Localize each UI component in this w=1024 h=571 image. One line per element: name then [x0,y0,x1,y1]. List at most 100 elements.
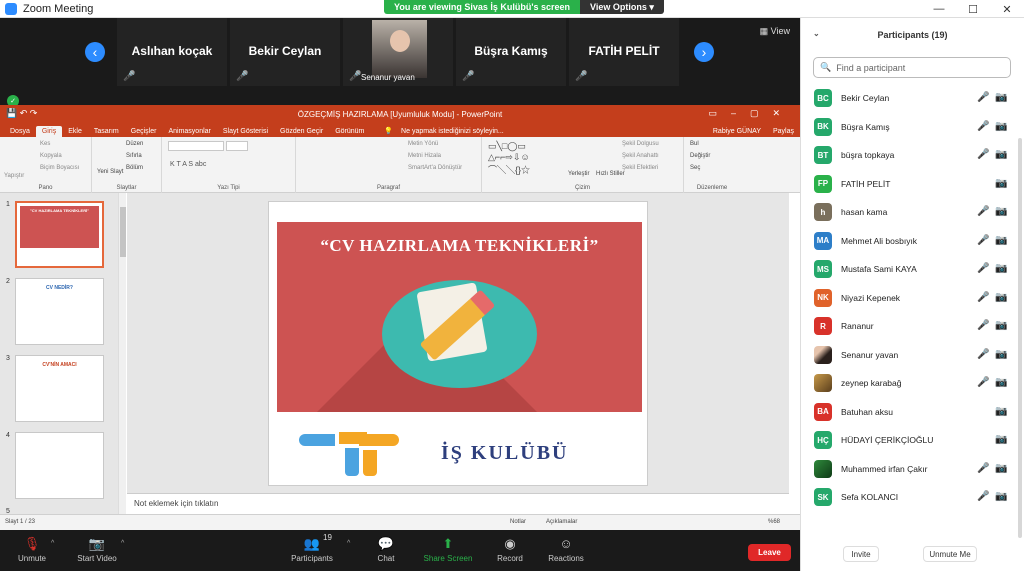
participant-name: Senanur yavan [841,349,899,360]
participant-name: büşra topkaya [841,150,895,160]
slide-thumbnail [15,432,104,499]
participant-row[interactable]: BK Büşra Kamış 🎤 📷 [801,114,1024,143]
video-off-icon: 📷 [995,348,1008,360]
reactions-label: Reactions [548,554,584,563]
thumb-band: "CV HAZIRLAMA TEKNİKLERİ" [20,206,99,248]
mic-muted-icon: 🎤 [977,234,990,246]
tab-dosya: Dosya [10,128,30,135]
layout-label: Düzen [126,141,144,147]
participant-row[interactable]: BA Batuhan aksu 📷 [801,399,1024,428]
tab-gozden-gecir: Gözden Geçir [280,128,324,135]
search-input[interactable] [836,62,1007,73]
panel-title: Participants (19) [877,30,948,40]
participant-row[interactable]: MS Mustafa Sami KAYA 🎤 📷 [801,256,1024,285]
leave-button[interactable]: Leave [748,544,791,561]
unmute-button[interactable]: 🎙 Unmute [14,534,50,563]
view-options-button[interactable]: View Options ▾ [580,0,664,14]
group-label: Yazı Tipi [217,185,240,191]
mic-muted-icon: 🎤 [462,71,475,82]
slide-thumbnail: CV NEDİR? [15,278,104,345]
tell-me-text: Ne yapmak istediğinizi söyleyin... [401,128,504,135]
video-tile[interactable]: 🎤 Senanur yavan [343,18,453,86]
participant-name: Rananur [841,321,874,331]
video-tile[interactable]: Büşra Kamış 🎤 [456,18,566,86]
slide-thumbnail: CV'NİN AMACI [15,355,104,422]
mic-muted-icon: 🎤 [236,71,249,82]
avatar-photo [814,374,832,392]
video-tile[interactable]: Aslıhan koçak 🎤 [117,18,227,86]
audio-options-caret[interactable]: ^ [51,540,54,547]
avatar: h [814,203,832,221]
participant-row[interactable]: HÇ HÜDAYİ ÇERİKÇİOĞLU 📷 [801,427,1024,456]
unmute-me-button[interactable]: Unmute Me [923,546,977,562]
ribbon-group-duzenleme: Bul Değiştir Seç Düzenleme [684,137,740,193]
participant-row[interactable]: MA Mehmet Ali bosbıyık 🎤 📷 [801,228,1024,257]
participant-name: Sefa KOLANCI [841,492,899,502]
participant-row[interactable]: NK Niyazi Kepenek 🎤 📷 [801,285,1024,314]
participants-options-caret[interactable]: ^ [347,540,350,547]
close-button[interactable]: ✕ [990,0,1024,18]
participant-row[interactable]: BT büşra topkaya 🎤 📷 [801,142,1024,171]
panel-scrollbar[interactable] [1018,138,1022,538]
window-title: Zoom Meeting [23,2,94,15]
minimize-button[interactable]: — [922,0,956,18]
tab-gorunum: Görünüm [335,128,365,135]
share-banner: You are viewing Sivas İş Kulübü's screen… [384,0,664,14]
shapes-gallery-icon: ▭╲□◯▭ △⌐⌐⇨⇩☺ ⌒╲╲{}☆ [488,141,531,175]
notes-placeholder: Not eklemek için tıklatın [134,499,219,508]
record-label: Record [497,554,523,563]
start-video-button[interactable]: 📷 Start Video [74,534,120,563]
video-off-icon: 📷 [995,377,1008,388]
view-button[interactable]: ▦ View [760,26,790,37]
participants-button[interactable]: 👥 Participants [288,534,336,563]
ribbon: Yapıştır Kes Kopyala Biçim Boyacısı Pano… [0,137,800,193]
group-label: Pano [38,185,53,191]
zoom-logo-icon [5,2,17,15]
ppt-share: Paylaş [772,128,794,135]
video-off-icon: 📷 [995,177,1008,189]
video-options-caret[interactable]: ^ [121,540,124,547]
share-screen-label: Share Screen [423,554,473,563]
slide-counter: Slayt 1 / 23 [5,519,36,525]
shape-outline-label: Şekil Anahattı [622,153,659,159]
unmute-label: Unmute [17,554,46,563]
tile-name: Bekir Ceylan [248,44,322,58]
share-status: You are viewing Sivas İş Kulübü's screen [384,0,581,14]
record-button[interactable]: ◉ Record [495,534,525,563]
ppt-statusbar: Slayt 1 / 23 Notlar Açıklamalar %68 [0,514,800,530]
participant-row[interactable]: BC Bekir Ceylan 🎤 📷 [801,85,1024,114]
text-direction-label: Metin Yönü [408,141,439,147]
shape-effects-label: Şekil Efektleri [622,165,659,171]
video-tile[interactable]: Bekir Ceylan 🎤 [230,18,340,86]
invite-button[interactable]: Invite [843,546,879,562]
participant-row[interactable]: R Rananur 🎤 📷 [801,313,1024,342]
tile-name: Aslıhan koçak [131,44,213,58]
video-off-icon: 📷 [995,120,1008,132]
next-page-button[interactable]: › [694,42,714,62]
participant-row[interactable]: SK Sefa KOLANCI 🎤 📷 [801,484,1024,513]
participant-row[interactable]: h hasan kama 🎤 📷 [801,199,1024,228]
shape-fill-label: Şekil Dolgusu [622,141,659,147]
video-tile[interactable]: FATİH PELİT 🎤 [569,18,679,86]
share-screen-button[interactable]: ⬆ Share Screen [422,534,474,563]
slide-number: 2 [6,278,10,285]
reactions-button[interactable]: ☺ Reactions [546,534,586,563]
chevron-down-icon[interactable]: ⌄ [813,29,820,38]
paste-label: Yapıştır [4,173,25,179]
chat-button[interactable]: 💬 Chat [372,534,400,563]
tile-name: FATİH PELİT [588,44,660,58]
participant-row[interactable]: Senanur yavan 🎤 📷 [801,342,1024,371]
participant-row[interactable]: zeynep karabağ 🎤 📷 [801,370,1024,399]
prev-page-button[interactable]: ‹ [85,42,105,62]
participant-row[interactable]: Muhammed irfan Çakır 🎤 📷 [801,456,1024,485]
tab-ekle: Ekle [68,128,82,135]
thumbnail-scrollbar [118,193,126,514]
video-strip: ‹ Aslıhan koçak 🎤 Bekir Ceylan 🎤 🎤 Senan… [0,18,800,86]
mic-muted-icon: 🎤 [977,291,990,303]
slide-thumbnail: "CV HAZIRLAMA TEKNİKLERİ" [15,201,104,268]
mic-muted-icon: 🎙 [23,536,41,551]
participant-row[interactable]: FP FATİH PELİT 📷 [801,171,1024,200]
maximize-button[interactable]: ☐ [956,0,990,18]
video-off-icon: 📷 [995,291,1008,303]
mic-muted-icon: 🎤 [977,320,990,331]
